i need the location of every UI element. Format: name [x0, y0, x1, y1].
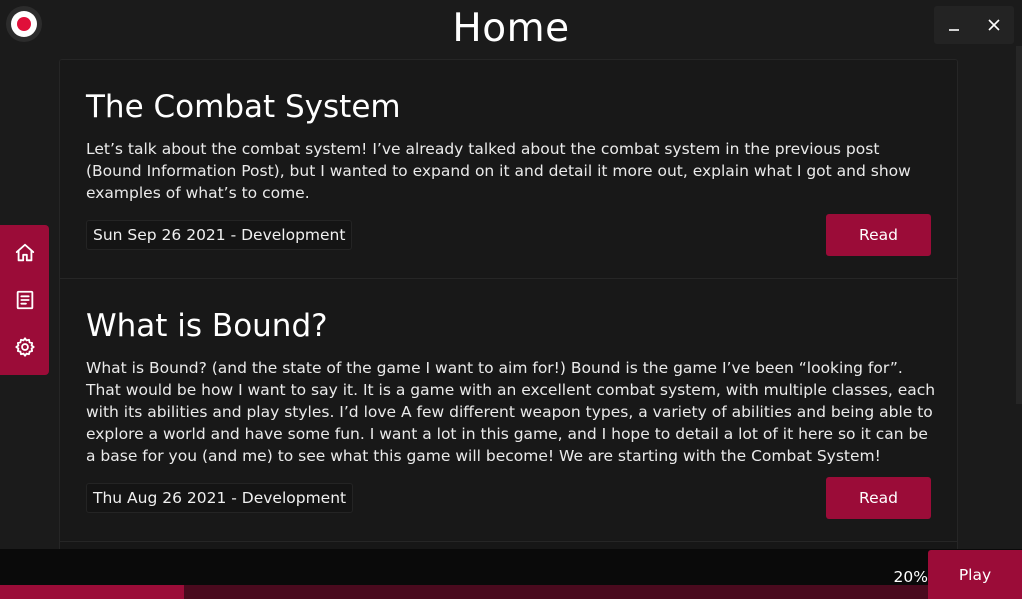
play-button[interactable]: Play [928, 550, 1022, 599]
window-controls [934, 6, 1014, 44]
post-footer: Thu Aug 26 2021 - Development Read [86, 477, 931, 519]
close-icon [988, 19, 1000, 31]
sidebar-item-settings[interactable] [5, 327, 45, 367]
bottom-bar: 20% Play [0, 549, 1022, 599]
sidebar-item-home[interactable] [5, 233, 45, 273]
post-footer: Sun Sep 26 2021 - Development Read [86, 214, 931, 256]
document-icon [16, 290, 33, 310]
post-card: The Combat System Let’s talk about the c… [60, 60, 957, 279]
post-date-category: Thu Aug 26 2021 - Development [86, 483, 354, 513]
post-title: What is Bound? [86, 308, 328, 344]
gear-icon [14, 337, 35, 357]
read-button[interactable]: Read [826, 214, 931, 256]
scrollbar-thumb[interactable] [1016, 46, 1022, 404]
close-button[interactable] [976, 7, 1012, 43]
posts-feed[interactable]: The Combat System Let’s talk about the c… [59, 59, 958, 549]
record-logo-icon [11, 11, 37, 37]
page-title: Home [452, 6, 570, 51]
post-body: Let’s talk about the combat system! I’ve… [86, 140, 911, 202]
sidebar [0, 225, 49, 375]
app-logo[interactable] [6, 6, 42, 42]
minimize-button[interactable] [936, 7, 972, 43]
launcher-window: Home The Combat System Let’s talk about … [0, 0, 1022, 599]
sidebar-item-posts[interactable] [5, 280, 45, 320]
progress-percent: 20% [893, 568, 928, 586]
post-title: The Combat System [86, 89, 401, 125]
post-body: What is Bound? (and the state of the gam… [86, 359, 936, 465]
progress-bar [0, 585, 1022, 599]
read-button[interactable]: Read [826, 477, 931, 519]
minimize-icon [949, 29, 959, 31]
home-icon [15, 243, 34, 261]
post-date-category: Sun Sep 26 2021 - Development [86, 220, 353, 250]
post-card: What is Bound? What is Bound? (and the s… [60, 279, 957, 542]
progress-fill [0, 585, 184, 599]
